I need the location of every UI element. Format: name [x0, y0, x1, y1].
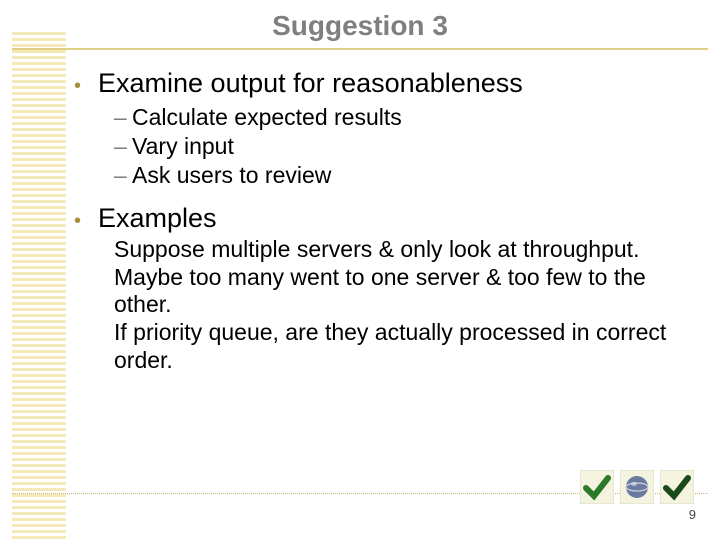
sub-item: – Ask users to review [114, 161, 690, 190]
sub-marker: – [114, 103, 132, 132]
bullet-item: • Examples [74, 203, 690, 234]
bullet-marker: • [74, 75, 98, 98]
slide-title: Suggestion 3 [0, 0, 720, 48]
sub-text: Calculate expected results [132, 103, 402, 132]
sub-list: – Calculate expected results – Vary inpu… [114, 103, 690, 189]
sub-marker: – [114, 161, 132, 190]
paragraph: Suppose multiple servers & only look at … [114, 236, 690, 319]
bullet-text: Examine output for reasonableness [98, 68, 523, 99]
sphere-logo-icon [620, 470, 654, 504]
bullet-text: Examples [98, 203, 217, 234]
sub-item: – Vary input [114, 132, 690, 161]
sub-text: Ask users to review [132, 161, 331, 190]
page-number: 9 [689, 507, 696, 522]
bullet-marker: • [74, 210, 98, 233]
paragraph: If priority queue, are they actually pro… [114, 319, 690, 374]
logo-cluster [580, 470, 694, 504]
sub-marker: – [114, 132, 132, 161]
sub-item: – Calculate expected results [114, 103, 690, 132]
checkmark-logo-icon [580, 470, 614, 504]
sub-text: Vary input [132, 132, 234, 161]
slide-content: • Examine output for reasonableness – Ca… [0, 48, 720, 374]
checkmark-dark-logo-icon [660, 470, 694, 504]
bullet-item: • Examine output for reasonableness [74, 68, 690, 99]
